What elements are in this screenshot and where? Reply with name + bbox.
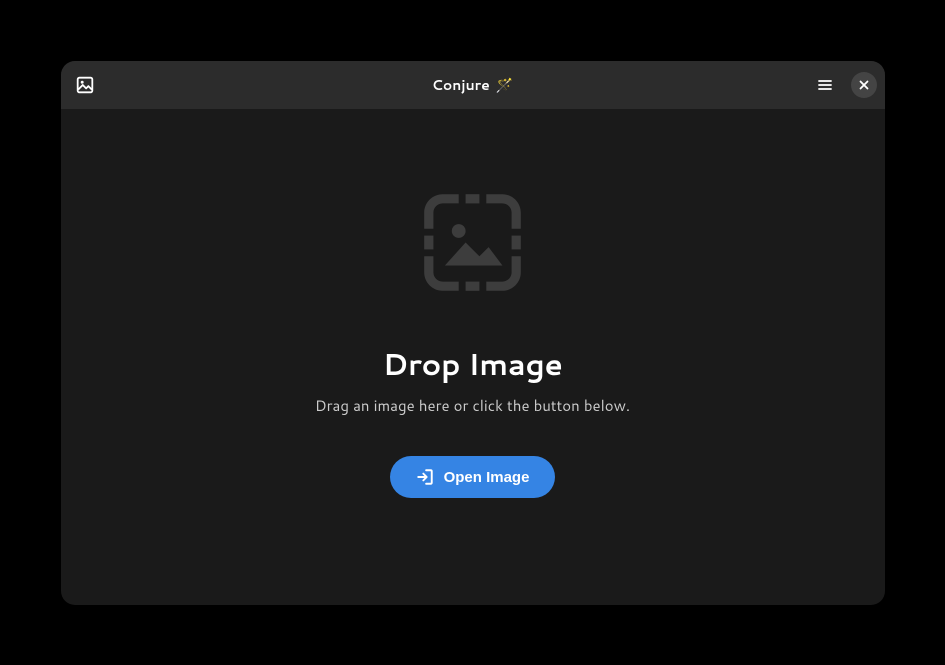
drop-heading: Drop Image [383,342,563,385]
main-content[interactable]: Drop Image Drag an image here or click t… [61,109,885,605]
close-button[interactable] [851,72,877,98]
image-placeholder-icon [415,185,530,306]
titlebar: Conjure 🪄 [61,61,885,109]
app-window: Conjure 🪄 [61,61,885,605]
close-icon [858,79,870,91]
image-icon [76,76,94,94]
titlebar-left [69,69,101,101]
wand-icon: 🪄 [496,75,513,95]
open-button-label: Open Image [444,469,530,486]
app-name-label: Conjure [432,75,490,95]
drop-subtext: Drag an image here or click the button b… [315,395,630,416]
app-title: Conjure 🪄 [432,75,513,95]
hamburger-icon [817,77,833,93]
open-icon [416,468,434,486]
titlebar-right [809,69,877,101]
image-picker-button[interactable] [69,69,101,101]
open-image-button[interactable]: Open Image [390,456,556,498]
hamburger-menu-button[interactable] [809,69,841,101]
